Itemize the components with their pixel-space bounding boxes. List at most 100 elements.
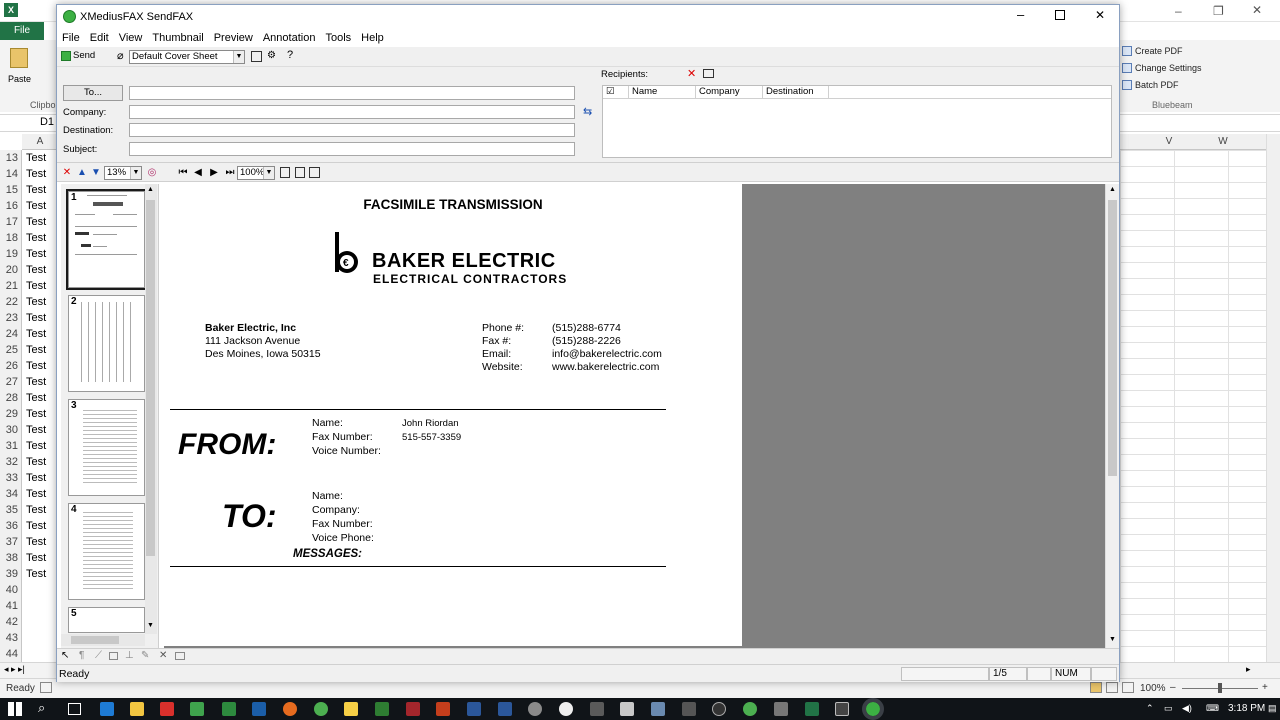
menu-thumbnail[interactable]: Thumbnail xyxy=(147,29,208,47)
row-number[interactable]: 32 xyxy=(0,454,22,470)
access-icon[interactable] xyxy=(406,702,420,716)
sheet-row[interactable]: 33 Test xyxy=(0,470,58,486)
zoom-in-icon[interactable]: + xyxy=(1262,682,1268,693)
volume-icon[interactable]: ◀) xyxy=(1182,703,1192,714)
taskbar-app-icon[interactable] xyxy=(344,702,358,716)
row-number[interactable]: 13 xyxy=(0,150,22,166)
document-preview-area[interactable]: FACSIMILE TRANSMISSION € BAKER ELECTRIC … xyxy=(164,184,1106,648)
send-button[interactable]: Send xyxy=(73,50,95,61)
row-number[interactable]: 44 xyxy=(0,646,22,662)
taskbar-app-icon[interactable] xyxy=(590,702,604,716)
notifications-icon[interactable]: ▤ xyxy=(1268,703,1277,714)
page-layout-icon[interactable] xyxy=(1106,682,1118,693)
cell-a[interactable]: Test xyxy=(22,182,46,198)
sheet-row[interactable]: 22 Test xyxy=(0,294,58,310)
sheet-row[interactable]: 28 Test xyxy=(0,390,58,406)
pen-tool-icon[interactable]: ✎ xyxy=(141,650,149,661)
stamp-tool-icon[interactable]: ⊥ xyxy=(125,650,134,661)
sheet-row[interactable]: 38 Test xyxy=(0,550,58,566)
row-number[interactable]: 34 xyxy=(0,486,22,502)
cell-a[interactable]: Test xyxy=(22,518,46,534)
sheet-row[interactable]: 43 xyxy=(0,630,58,646)
cell-a[interactable]: Test xyxy=(22,374,46,390)
cell-a[interactable]: Test xyxy=(22,566,46,582)
first-page-icon[interactable]: ⏮ xyxy=(177,167,189,179)
cell-a[interactable] xyxy=(22,582,26,598)
sheet-nav-arrows-icon[interactable]: ◂ ▸ ▸| xyxy=(4,664,25,675)
sheet-row[interactable]: 18 Test xyxy=(0,230,58,246)
to-field[interactable] xyxy=(129,86,575,100)
row-number[interactable]: 40 xyxy=(0,582,22,598)
word-icon[interactable] xyxy=(498,702,512,716)
sheet-row[interactable]: 17 Test xyxy=(0,214,58,230)
sheet-row[interactable]: 40 xyxy=(0,582,58,598)
row-number[interactable]: 22 xyxy=(0,294,22,310)
taskbar-app-icon[interactable] xyxy=(222,702,236,716)
sheet-row[interactable]: 15 Test xyxy=(0,182,58,198)
next-page-icon[interactable]: ▶ xyxy=(208,167,220,179)
cell-a[interactable]: Test xyxy=(22,454,46,470)
sheet-row[interactable]: 29 Test xyxy=(0,406,58,422)
macro-record-icon[interactable] xyxy=(40,682,52,693)
row-number[interactable]: 43 xyxy=(0,630,22,646)
menu-view[interactable]: View xyxy=(114,29,148,47)
row-number[interactable]: 42 xyxy=(0,614,22,630)
row-number[interactable]: 35 xyxy=(0,502,22,518)
cell-a[interactable]: Test xyxy=(22,406,46,422)
cell-a[interactable]: Test xyxy=(22,358,46,374)
send-icon[interactable] xyxy=(61,51,71,61)
cover-sheet-select[interactable]: Default Cover Sheet ▼ xyxy=(129,50,245,64)
scroll-up-icon[interactable]: ▲ xyxy=(147,186,154,193)
sheet-row[interactable]: 24 Test xyxy=(0,326,58,342)
attach-icon[interactable]: ⌀ xyxy=(117,49,124,62)
sheet-row[interactable]: 27 Test xyxy=(0,374,58,390)
preview-icon[interactable] xyxy=(251,51,262,62)
taskbar-app-icon[interactable] xyxy=(252,702,266,716)
stop-icon[interactable]: ◎ xyxy=(146,167,158,179)
sheet-row[interactable]: 20 Test xyxy=(0,262,58,278)
file-explorer-icon[interactable] xyxy=(130,702,144,716)
windows-start-icon[interactable] xyxy=(8,702,22,716)
thumbnail-hscrollbar[interactable] xyxy=(61,634,145,646)
move-up-icon[interactable]: ▲ xyxy=(76,167,88,179)
pdf-app-icon[interactable] xyxy=(160,702,174,716)
maximize-icon[interactable] xyxy=(1055,10,1065,20)
cell-a[interactable]: Test xyxy=(22,230,46,246)
sheet-row[interactable]: 26 Test xyxy=(0,358,58,374)
create-pdf-button[interactable]: Create PDF xyxy=(1122,46,1183,56)
paste-label[interactable]: Paste xyxy=(8,74,31,84)
thumbnail-hscroll-thumb[interactable] xyxy=(71,636,119,644)
taskbar-app-icon[interactable] xyxy=(651,702,665,716)
chrome-icon[interactable] xyxy=(743,702,757,716)
select-tool-icon[interactable]: ↖ xyxy=(61,650,69,661)
menu-annotation[interactable]: Annotation xyxy=(258,29,321,47)
taskbar-app-icon[interactable] xyxy=(774,702,788,716)
keyboard-icon[interactable]: ⌨ xyxy=(1206,703,1219,714)
previous-page-icon[interactable]: ◀ xyxy=(192,167,204,179)
cell-a[interactable]: Test xyxy=(22,198,46,214)
cell-a[interactable]: Test xyxy=(22,278,46,294)
thumbnail-page-3[interactable]: 3 xyxy=(68,399,145,496)
taskbar-app-icon[interactable] xyxy=(620,702,634,716)
tray-arrow-icon[interactable]: ⌃ xyxy=(1146,703,1154,714)
annotation-properties-icon[interactable] xyxy=(175,652,185,660)
chevron-down-icon[interactable]: ▼ xyxy=(233,51,244,63)
cell-a[interactable]: Test xyxy=(22,310,46,326)
row-number[interactable]: 18 xyxy=(0,230,22,246)
row-number[interactable]: 36 xyxy=(0,518,22,534)
network-icon[interactable]: ▭ xyxy=(1164,703,1173,714)
excel-taskbar-icon[interactable] xyxy=(805,702,819,716)
cell-a[interactable]: Test xyxy=(22,534,46,550)
subject-field[interactable] xyxy=(129,142,575,156)
sheet-row[interactable]: 39 Test xyxy=(0,566,58,582)
cell-a[interactable] xyxy=(22,630,26,646)
row-number[interactable]: 14 xyxy=(0,166,22,182)
normal-view-icon[interactable] xyxy=(1090,682,1102,693)
last-page-icon[interactable]: ⏭ xyxy=(224,167,236,179)
options-icon[interactable]: ⚙ xyxy=(267,50,276,61)
row-number[interactable]: 33 xyxy=(0,470,22,486)
document-scroll-thumb[interactable] xyxy=(1108,200,1117,476)
taskbar-app-icon[interactable] xyxy=(835,702,849,716)
add-recipient-icon[interactable]: ⇆ xyxy=(583,105,592,118)
sheet-row[interactable]: 14 Test xyxy=(0,166,58,182)
